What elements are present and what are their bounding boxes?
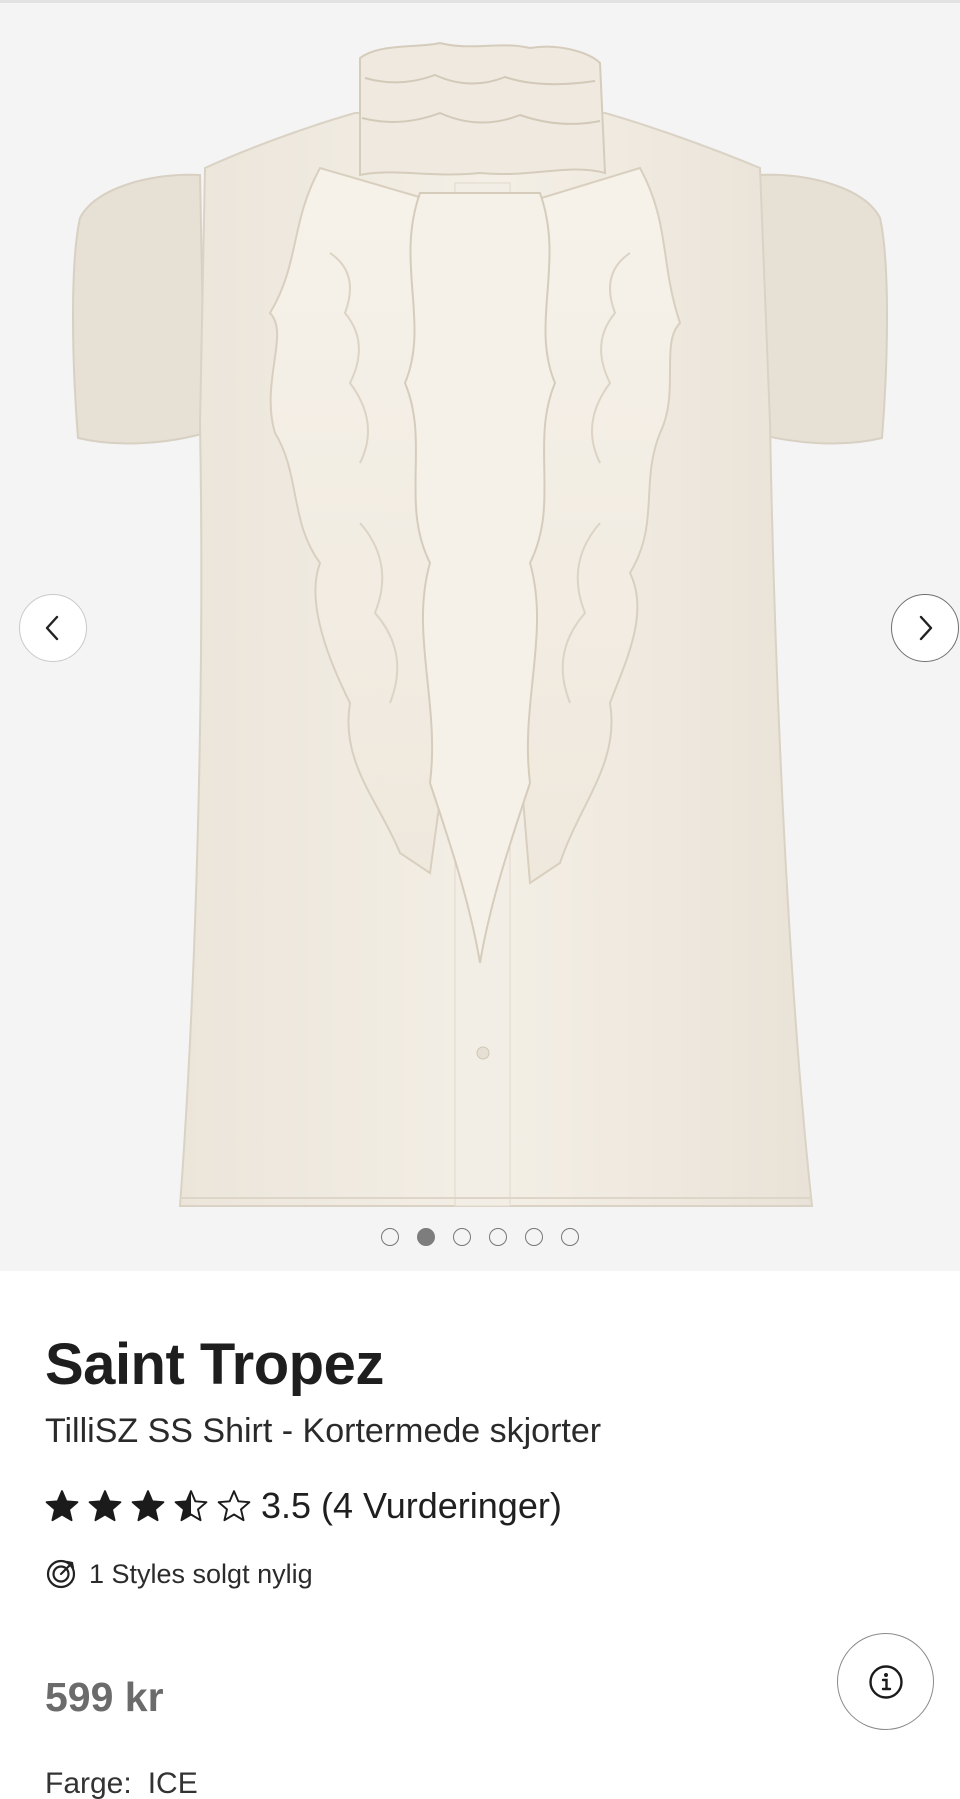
star-empty-icon [217,1490,251,1522]
color-value: ICE [147,1767,198,1799]
gallery-dot[interactable] [489,1228,507,1246]
recently-sold-text: 1 Styles solgt nylig [89,1558,313,1589]
info-button[interactable] [837,1633,934,1730]
product-image[interactable] [0,3,960,1271]
star-filled-icon [131,1490,165,1522]
gallery-dot[interactable] [417,1228,435,1246]
next-image-button[interactable] [891,594,959,662]
info-icon [868,1664,903,1699]
star-filled-icon [88,1490,122,1522]
gallery-dot[interactable] [381,1228,399,1246]
rating-text: 3.5 (4 Vurderinger) [261,1485,562,1526]
star-half-icon [174,1490,208,1522]
gallery-dot[interactable] [525,1228,543,1246]
gallery-pagination [0,1228,960,1246]
price: 599 kr [45,1674,164,1720]
target-check-icon [46,1559,76,1589]
chevron-left-icon [45,615,59,641]
color-row: Farge: ICE [45,1764,198,1799]
rating-summary[interactable]: 3.5 (4 Vurderinger) [45,1482,562,1530]
color-label: Farge: [45,1767,132,1799]
recently-sold: 1 Styles solgt nylig [45,1554,313,1594]
gallery-dot[interactable] [453,1228,471,1246]
rating-stars [45,1489,251,1523]
chevron-right-icon [919,615,933,641]
brand-name[interactable]: Saint Tropez [45,1330,384,1400]
image-gallery[interactable] [0,3,960,1271]
previous-image-button[interactable] [19,594,87,662]
gallery-dot[interactable] [561,1228,579,1246]
product-page: Saint Tropez TilliSZ SS Shirt - Korterme… [0,0,960,1799]
product-title: TilliSZ SS Shirt - Kortermede skjorter [45,1412,602,1450]
star-filled-icon [45,1490,79,1522]
